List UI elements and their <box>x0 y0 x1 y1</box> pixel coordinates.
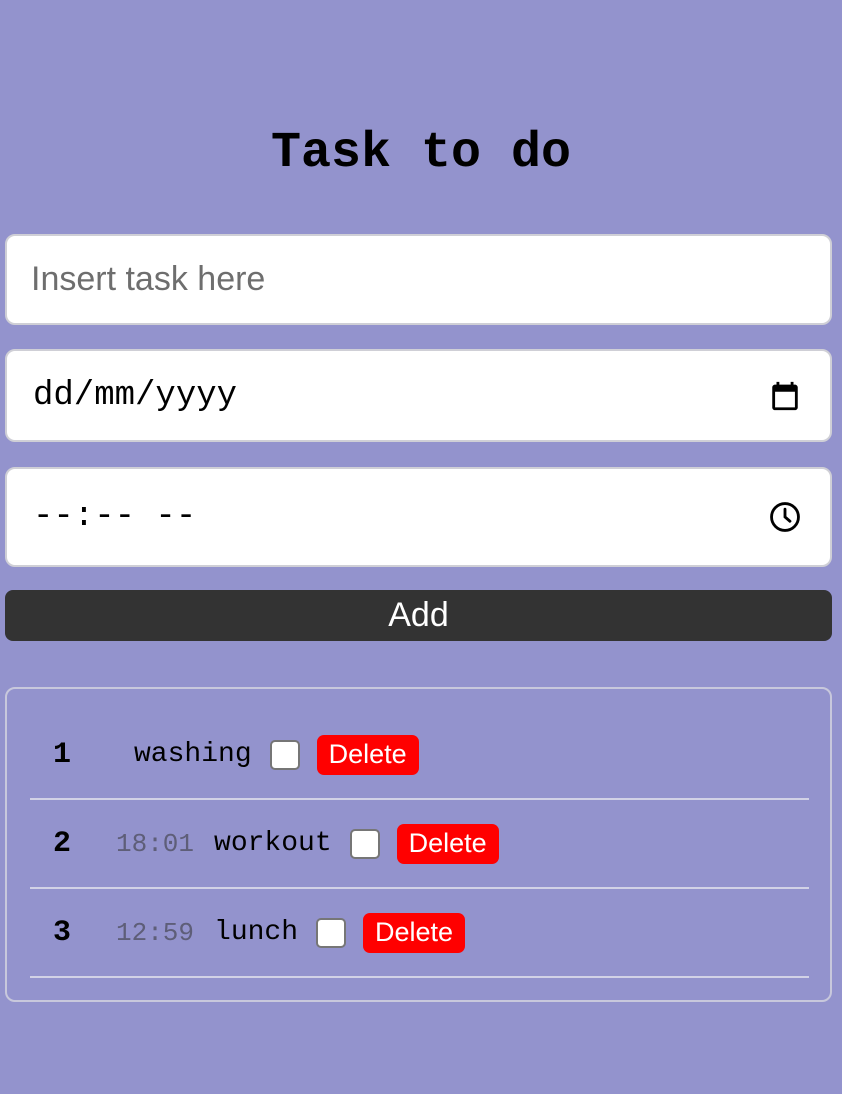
task-done-checkbox[interactable] <box>269 739 300 770</box>
delete-button[interactable]: Delete <box>396 823 499 864</box>
task-row: 1 washing Delete <box>30 711 809 800</box>
add-button[interactable]: Add <box>5 590 832 641</box>
delete-button[interactable]: Delete <box>363 912 466 953</box>
task-number: 3 <box>53 915 72 950</box>
date-input[interactable]: dd/mm/yyyy <box>5 349 832 442</box>
task-number: 1 <box>53 737 72 772</box>
app-page: Task to do dd/mm/yyyy --:-- -- Add 1 was… <box>0 0 842 1094</box>
task-row: 2 18:01 workout Delete <box>30 800 809 889</box>
task-row: 3 12:59 lunch Delete <box>30 889 809 978</box>
task-input-field[interactable] <box>5 234 832 325</box>
task-input[interactable] <box>31 236 801 323</box>
task-name: lunch <box>214 917 299 948</box>
task-name: washing <box>134 739 252 770</box>
delete-button[interactable]: Delete <box>316 734 419 775</box>
time-input-value: --:-- -- <box>33 498 197 536</box>
task-name: workout <box>214 828 332 859</box>
task-done-checkbox[interactable] <box>316 917 347 948</box>
clock-icon[interactable] <box>768 500 802 534</box>
calendar-icon[interactable] <box>768 379 802 413</box>
task-time: 18:01 <box>116 828 195 859</box>
task-number: 2 <box>53 826 72 861</box>
task-list: 1 washing Delete 2 18:01 workout Delete … <box>5 687 832 1002</box>
task-time: 12:59 <box>116 917 195 948</box>
date-input-value: dd/mm/yyyy <box>33 376 238 415</box>
time-input[interactable]: --:-- -- <box>5 467 832 567</box>
task-done-checkbox[interactable] <box>349 828 380 859</box>
page-title: Task to do <box>270 125 572 182</box>
